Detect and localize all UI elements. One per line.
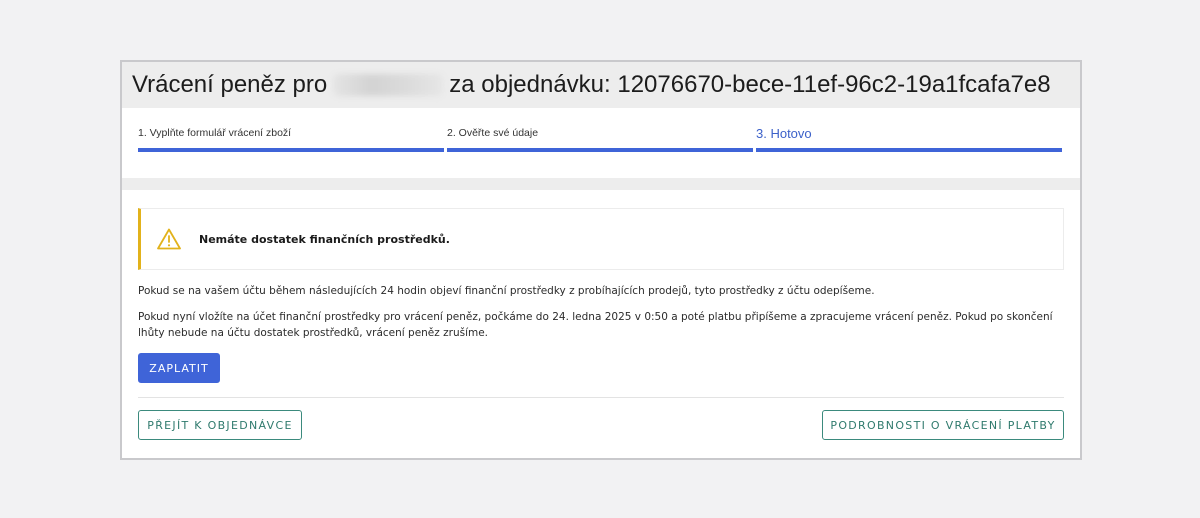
step-2-bar [447, 148, 753, 152]
go-to-order-button[interactable]: PŘEJÍT K OBJEDNÁVCE [138, 410, 302, 440]
alert-message: Nemáte dostatek finančních prostředků. [199, 232, 450, 246]
refund-details-button[interactable]: PODROBNOSTI O VRÁCENÍ PLATBY [822, 410, 1064, 440]
title-prefix: Vrácení peněz pro [132, 71, 328, 98]
refund-card: Vrácení peněz pro za objednávku: 1207667… [120, 60, 1082, 460]
progress-steps: 1. Vyplňte formulář vrácení zboží 2. Ově… [122, 108, 1080, 178]
redacted-username [333, 74, 444, 96]
section-divider [122, 178, 1080, 190]
step-2-label: 2. Ověřte své údaje [447, 127, 539, 139]
page-title: Vrácení peněz pro za objednávku: 1207667… [122, 62, 1080, 108]
insufficient-funds-alert: Nemáte dostatek finančních prostředků. [138, 208, 1064, 270]
step-1: 1. Vyplňte formulář vrácení zboží [138, 108, 444, 178]
step-3: 3. Hotovo [756, 108, 1062, 178]
main-content: Nemáte dostatek finančních prostředků. P… [122, 208, 1080, 458]
info-paragraph-1: Pokud se na vašem účtu během následující… [138, 285, 875, 297]
pay-button[interactable]: ZAPLATIT [138, 353, 220, 383]
info-paragraph-2: Pokud nyní vložíte na účet finanční pros… [138, 311, 1053, 339]
bottom-actions: PŘEJÍT K OBJEDNÁVCE PODROBNOSTI O VRÁCEN… [138, 398, 1064, 458]
step-1-label: 1. Vyplňte formulář vrácení zboží [138, 127, 292, 139]
title-suffix: za objednávku: 12076670-bece-11ef-96c2-1… [449, 71, 1051, 98]
warning-icon [157, 228, 181, 250]
step-1-bar [138, 148, 444, 152]
step-2: 2. Ověřte své údaje [447, 108, 753, 178]
step-3-label: 3. Hotovo [756, 126, 812, 141]
step-3-bar [756, 148, 1062, 152]
